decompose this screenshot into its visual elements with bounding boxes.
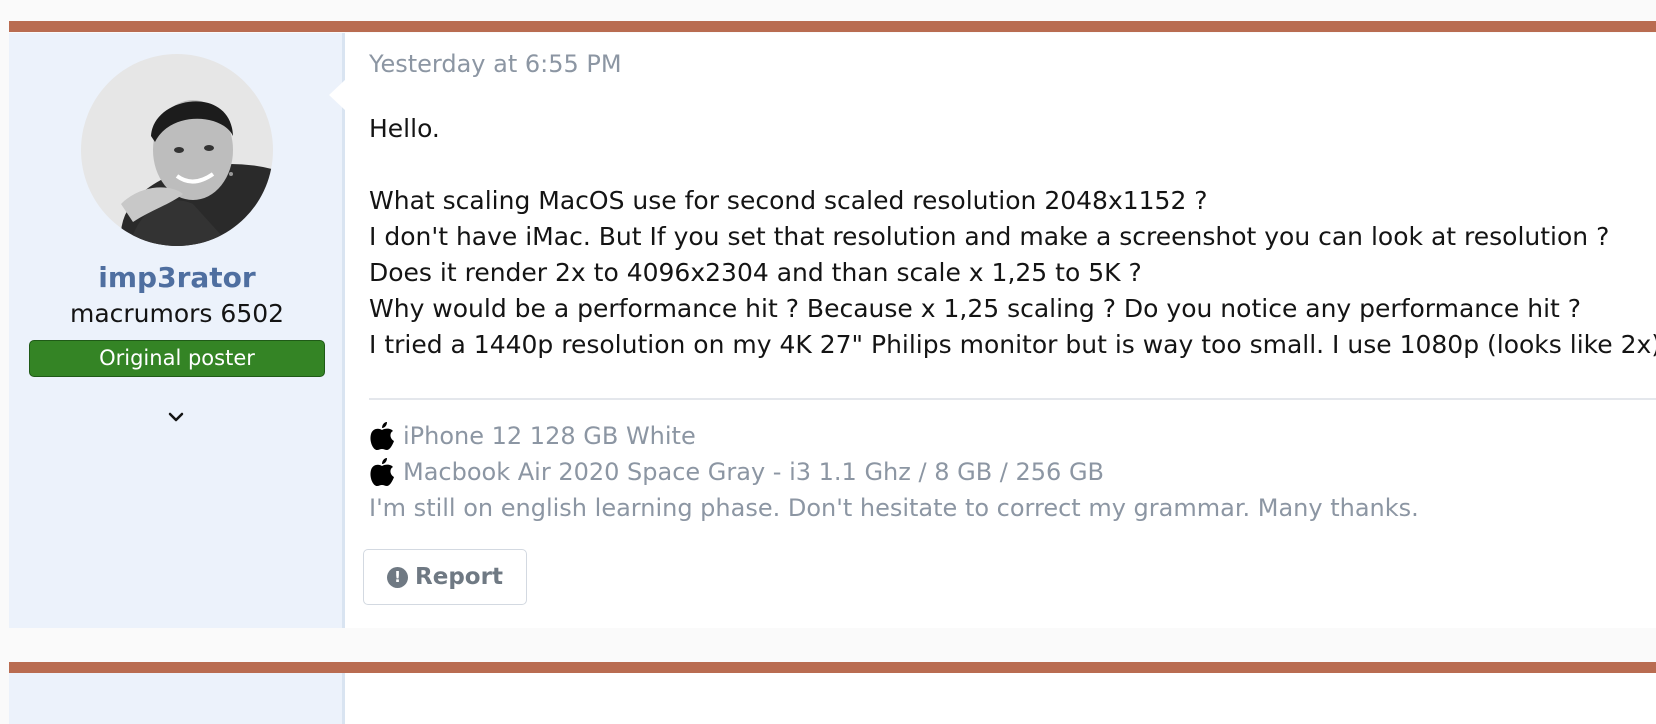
body-line: What scaling MacOS use for second scaled… — [369, 186, 1208, 215]
next-post-accent-bar — [9, 662, 1656, 673]
signature-device-text: Macbook Air 2020 Space Gray - i3 1.1 Ghz… — [403, 458, 1105, 486]
body-line: Why would be a performance hit ? Because… — [369, 294, 1582, 323]
post-main: Yesterday at 6:55 PM Hello. What scaling… — [363, 33, 1656, 628]
body-line: Hello. — [369, 114, 440, 143]
chevron-down-icon[interactable] — [162, 403, 190, 431]
user-signature: iPhone 12 128 GB White Macbook Air 2020 … — [369, 418, 1656, 526]
post-body: Hello. What scaling MacOS use for second… — [369, 111, 1656, 363]
original-poster-badge: Original poster — [29, 340, 325, 377]
post-pointer — [329, 79, 346, 111]
report-label: Report — [415, 564, 503, 590]
forum-post: imp3rator macrumors 6502 Original poster… — [9, 33, 1656, 628]
signature-divider — [369, 398, 1656, 400]
user-avatar[interactable] — [81, 54, 273, 246]
post-date[interactable]: Yesterday at 6:55 PM — [369, 50, 622, 78]
next-post — [9, 673, 1656, 724]
apple-logo-icon — [370, 458, 394, 486]
signature-note: I'm still on english learning phase. Don… — [369, 494, 1419, 522]
user-sidebar: imp3rator macrumors 6502 Original poster — [9, 33, 345, 628]
body-line — [369, 147, 1656, 183]
post-accent-bar — [9, 21, 1656, 32]
signature-device: iPhone 12 128 GB White — [369, 418, 1656, 454]
signature-device-text: iPhone 12 128 GB White — [403, 422, 696, 450]
body-line: Does it render 2x to 4096x2304 and than … — [369, 258, 1142, 287]
report-button[interactable]: ! Report — [363, 549, 527, 605]
avatar-image — [81, 54, 273, 246]
next-post-user-sidebar — [9, 673, 345, 724]
thread-page: imp3rator macrumors 6502 Original poster… — [0, 0, 1656, 724]
user-title: macrumors 6502 — [69, 299, 285, 328]
signature-device: Macbook Air 2020 Space Gray - i3 1.1 Ghz… — [369, 454, 1656, 490]
body-line: I tried a 1440p resolution on my 4K 27" … — [369, 330, 1656, 359]
username-link[interactable]: imp3rator — [9, 261, 345, 294]
exclamation-circle-icon: ! — [387, 566, 409, 588]
apple-logo-icon — [370, 422, 394, 450]
body-line: I don't have iMac. But If you set that r… — [369, 222, 1610, 251]
